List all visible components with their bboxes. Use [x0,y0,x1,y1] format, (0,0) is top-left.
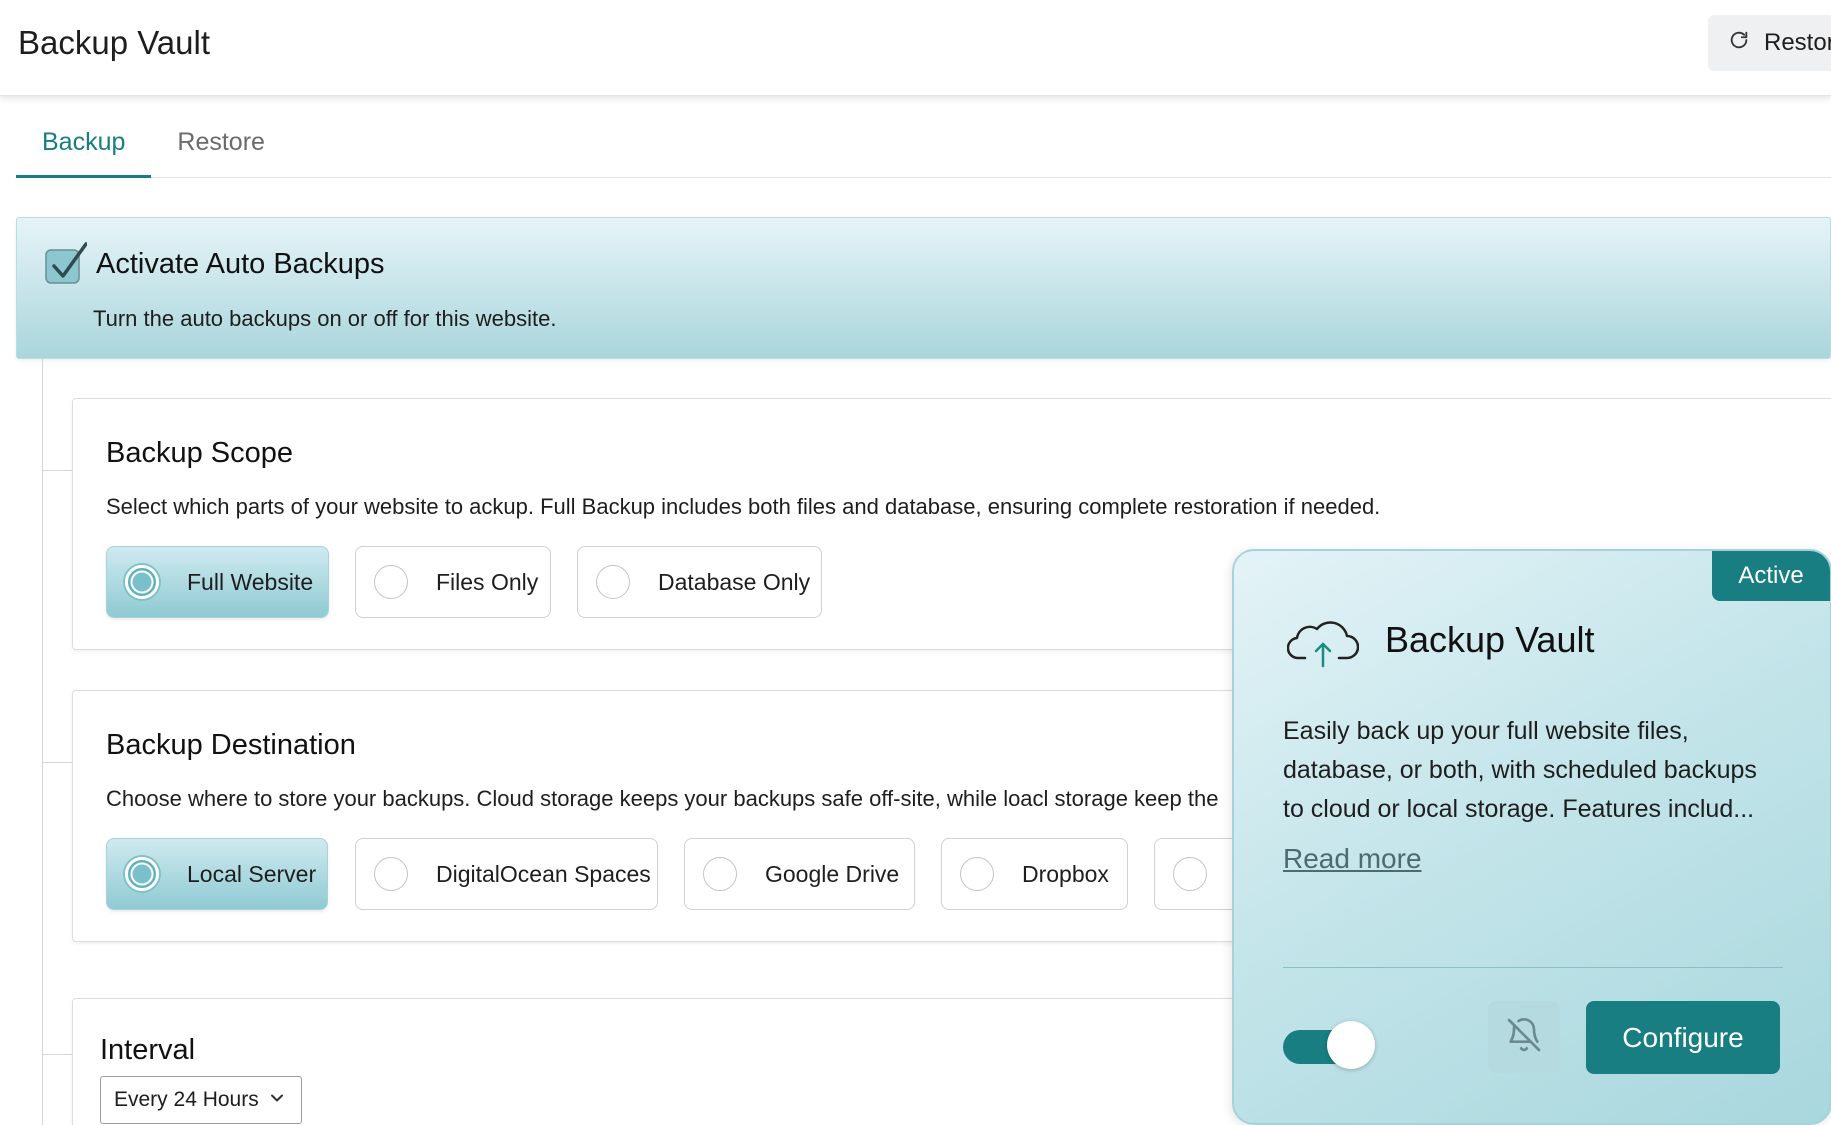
option-label: Google Drive [765,860,900,887]
cloud-upload-icon [1286,614,1360,670]
tab-bar: Backup Restore [16,118,1831,178]
backup-scope-title: Backup Scope [106,437,294,469]
radio-unselected [374,565,408,599]
interval-title: Interval [100,1034,196,1066]
plugin-enabled-toggle[interactable] [1283,1021,1375,1069]
tab-restore[interactable]: Restore [151,118,291,178]
top-bar: Backup Vault Restore [0,0,1831,96]
radio-unselected [960,857,994,891]
option-label: Local Server [187,860,317,887]
plugin-card: Active Backup Vault Easily back up your … [1232,549,1831,1125]
read-more-link[interactable]: Read more [1283,843,1422,875]
backup-destination-title: Backup Destination [106,729,356,761]
interval-select[interactable]: Every 24 Hours [100,1076,302,1124]
destination-option-google-drive[interactable]: Google Drive [684,838,915,910]
tree-guide-connector [42,762,72,763]
restore-button[interactable]: Restore [1708,15,1831,71]
activate-auto-backups-title: Activate Auto Backups [96,248,385,280]
tree-guide-connector [42,1054,72,1055]
scope-option-full-website[interactable]: Full Website [106,546,329,618]
toggle-knob [1327,1021,1375,1069]
option-label: Files Only [436,568,539,595]
backup-vault-page: Backup Vault Restore Backup Restore Acti… [0,0,1831,1125]
tree-guide-line [42,359,43,1125]
plugin-title: Backup Vault [1385,619,1595,660]
bell-off-icon [1504,1015,1544,1060]
interval-select-value: Every 24 Hours [114,1088,259,1111]
tree-guide-connector [42,470,72,471]
radio-unselected [703,857,737,891]
refresh-icon [1728,29,1750,58]
status-badge: Active [1712,551,1830,601]
scope-option-database-only[interactable]: Database Only [577,546,822,618]
activate-auto-backups-description: Turn the auto backups on or off for this… [93,306,557,331]
notifications-button[interactable] [1488,1001,1560,1073]
scope-option-files-only[interactable]: Files Only [355,546,551,618]
option-label: Dropbox [1022,860,1109,887]
tab-backup[interactable]: Backup [16,118,152,178]
radio-unselected [374,857,408,891]
chevron-down-icon [259,1088,285,1112]
destination-option-digitalocean-spaces[interactable]: DigitalOcean Spaces [355,838,658,910]
plugin-description: Easily back up your full website files, … [1283,717,1757,823]
radio-selected [125,565,159,599]
option-label: Database Only [658,568,811,595]
option-label: DigitalOcean Spaces [436,860,651,887]
destination-option-local-server[interactable]: Local Server [106,838,328,910]
restore-button-label: Restore [1764,29,1831,56]
app-title: Backup Vault [18,24,211,61]
backup-scope-description: Select which parts of your website to ac… [106,494,1381,519]
activate-auto-backups-checkbox[interactable] [45,242,88,284]
destination-option-dropbox[interactable]: Dropbox [941,838,1128,910]
activate-auto-backups-panel: Activate Auto Backups Turn the auto back… [16,217,1831,359]
radio-unselected [596,565,630,599]
divider [1283,967,1783,968]
radio-unselected [1173,857,1207,891]
backup-destination-description: Choose where to store your backups. Clou… [106,786,1219,811]
radio-selected [125,857,159,891]
configure-button[interactable]: Configure [1586,1001,1780,1074]
option-label: Full Website [187,568,314,595]
